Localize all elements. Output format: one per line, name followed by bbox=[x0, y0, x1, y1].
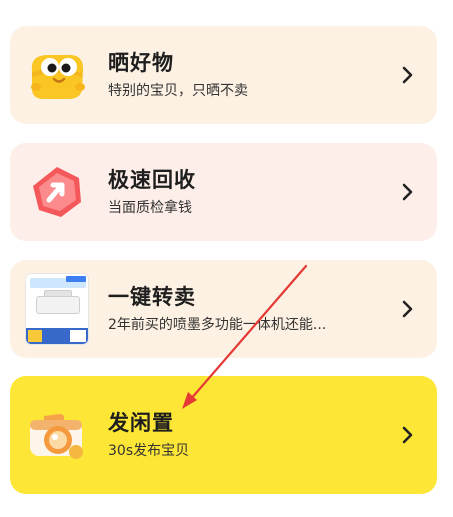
share-goods-card[interactable]: 晒好物 特别的宝贝，只晒不卖 bbox=[10, 26, 437, 124]
chevron-right-icon bbox=[393, 300, 423, 318]
card-title: 极速回收 bbox=[108, 168, 196, 192]
card-subtitle: 当面质检拿钱 bbox=[108, 200, 192, 216]
recycle-arrow-icon bbox=[24, 159, 90, 225]
post-idle-item-card[interactable]: 发闲置 30s发布宝贝 bbox=[10, 376, 437, 494]
card-subtitle: 特别的宝贝，只晒不卖 bbox=[108, 83, 248, 99]
quick-recycle-card[interactable]: 极速回收 当面质检拿钱 bbox=[10, 143, 437, 241]
mascot-icon bbox=[24, 42, 90, 108]
card-subtitle: 30s发布宝贝 bbox=[108, 443, 190, 459]
one-click-resell-card[interactable]: 一键转卖 2年前买的喷墨多功能一体机还能... bbox=[10, 260, 437, 358]
product-thumbnail bbox=[24, 273, 90, 345]
chevron-right-icon bbox=[393, 183, 423, 201]
card-title: 发闲置 bbox=[108, 411, 174, 435]
camera-icon bbox=[24, 402, 90, 468]
card-subtitle: 2年前买的喷墨多功能一体机还能... bbox=[108, 317, 327, 333]
chevron-right-icon bbox=[393, 426, 423, 444]
card-title: 晒好物 bbox=[108, 51, 174, 75]
chevron-right-icon bbox=[393, 66, 423, 84]
card-title: 一键转卖 bbox=[108, 285, 196, 309]
